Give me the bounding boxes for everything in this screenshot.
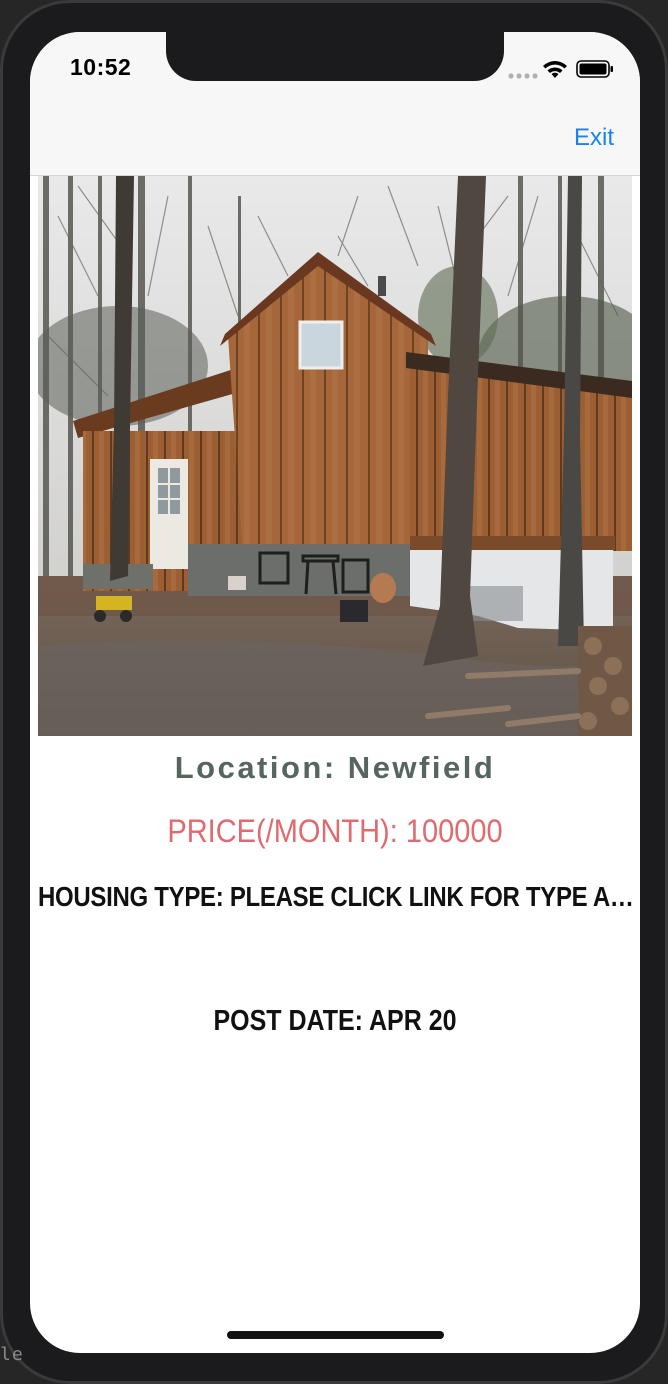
post-date-label: POST DATE: APR 20 — [213, 1004, 457, 1038]
price-label: PRICE(/MONTH): 100000 — [167, 814, 503, 850]
battery-icon — [576, 60, 613, 78]
house-photo — [38, 176, 632, 736]
house-image — [38, 176, 632, 736]
location-label: Location: Newfield — [174, 750, 496, 785]
navigation-bar: Exit — [30, 107, 640, 176]
signal-icon — [508, 73, 538, 79]
exit-button[interactable]: Exit — [574, 124, 614, 152]
wifi-icon — [543, 61, 567, 78]
status-time: 10:52 — [70, 54, 132, 80]
background-partial-text: le — [0, 1344, 24, 1365]
home-indicator[interactable] — [227, 1331, 444, 1339]
notch — [166, 32, 504, 81]
phone-screen: 10:52 Exit Location: Newfield PRICE(/MON… — [30, 32, 640, 1353]
housing-type-label[interactable]: HOUSING TYPE: PLEASE CLICK LINK FOR TYPE… — [38, 882, 638, 914]
